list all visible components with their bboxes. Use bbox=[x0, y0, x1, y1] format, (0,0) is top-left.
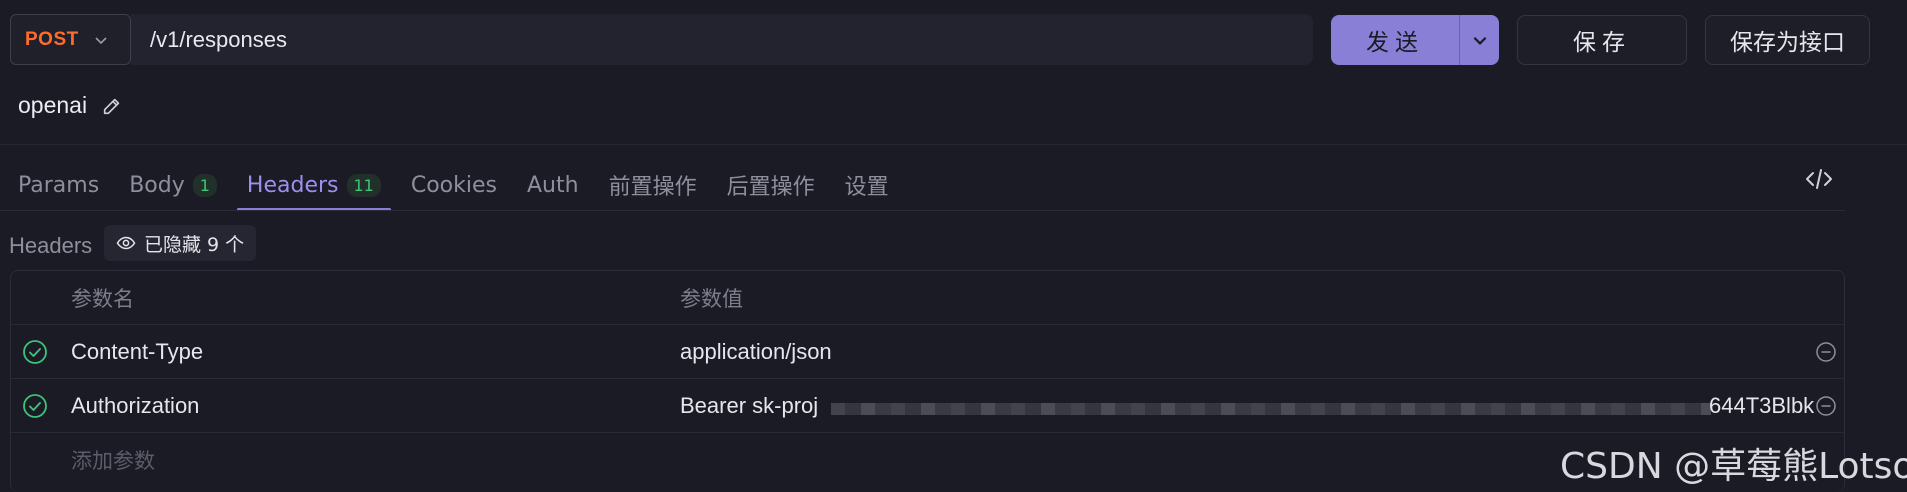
save-button[interactable]: 保存 bbox=[1517, 15, 1687, 65]
divider bbox=[0, 144, 1907, 145]
header-value-input[interactable]: application/json bbox=[680, 325, 832, 379]
tab-label: 后置操作 bbox=[726, 175, 815, 200]
headers-section-label: Headers bbox=[9, 233, 93, 258]
header-name-input[interactable]: Content-Type bbox=[71, 325, 203, 379]
tab-label: Auth bbox=[527, 172, 579, 198]
save-as-endpoint-button[interactable]: 保存为接口 bbox=[1705, 15, 1870, 65]
edit-icon[interactable] bbox=[101, 95, 123, 117]
tab-post-request[interactable]: 后置操作 bbox=[727, 160, 815, 210]
hidden-headers-toggle[interactable]: 已隐藏 9 个 bbox=[104, 225, 257, 261]
send-options-button[interactable] bbox=[1460, 15, 1499, 65]
tab-cookies[interactable]: Cookies bbox=[411, 160, 497, 210]
method-select[interactable]: POST bbox=[10, 14, 131, 65]
table-header-row: 参数名 参数值 bbox=[11, 271, 1844, 325]
api-name-row: openai bbox=[18, 92, 123, 119]
check-circle-icon bbox=[23, 340, 47, 364]
table-row: Authorization Bearer sk-proj 644T3Blbk bbox=[11, 379, 1844, 433]
tab-label: Body bbox=[129, 172, 185, 198]
row-enabled-toggle[interactable] bbox=[21, 379, 51, 433]
tab-body[interactable]: Body 1 bbox=[129, 160, 217, 210]
tab-settings[interactable]: 设置 bbox=[845, 160, 889, 210]
code-icon[interactable] bbox=[1804, 164, 1834, 194]
watermark: CSDN @草莓熊Lotso bbox=[1560, 446, 1907, 487]
eye-icon bbox=[116, 236, 136, 250]
url-input[interactable]: /v1/responses bbox=[131, 14, 1313, 65]
tabs-divider bbox=[0, 210, 1845, 211]
column-header-name: 参数名 bbox=[71, 287, 134, 311]
tab-label: 设置 bbox=[844, 175, 889, 200]
url-text: /v1/responses bbox=[150, 26, 287, 52]
column-header-value: 参数值 bbox=[680, 287, 743, 311]
tab-pre-request[interactable]: 前置操作 bbox=[609, 160, 697, 210]
tab-params[interactable]: Params bbox=[18, 160, 99, 210]
tab-label: 前置操作 bbox=[608, 175, 697, 200]
request-tabs: Params Body 1 Headers 11 Cookies Auth 前置… bbox=[18, 160, 919, 211]
token-suffix: 644T3Blbk bbox=[1709, 393, 1815, 418]
chevron-down-icon bbox=[1473, 36, 1486, 45]
remove-row-button[interactable] bbox=[1815, 379, 1839, 433]
masked-token bbox=[831, 403, 1711, 415]
method-label: POST bbox=[25, 28, 79, 50]
api-request-editor: POST /v1/responses 发送 保存 保存为接口 openai Pa… bbox=[0, 0, 1907, 492]
tab-label: Headers bbox=[246, 172, 339, 198]
header-name-input[interactable]: Authorization bbox=[71, 379, 199, 433]
send-button-group: 发送 bbox=[1331, 15, 1499, 65]
tab-auth[interactable]: Auth bbox=[527, 160, 579, 210]
tab-badge: 1 bbox=[192, 173, 217, 197]
chevron-down-icon bbox=[95, 36, 107, 44]
add-param-placeholder[interactable]: 添加参数 bbox=[71, 433, 155, 487]
remove-circle-icon bbox=[1816, 396, 1836, 416]
api-name: openai bbox=[18, 92, 88, 118]
hidden-count-text: 已隐藏 9 个 bbox=[144, 233, 245, 256]
tab-headers[interactable]: Headers 11 bbox=[236, 160, 391, 211]
table-row: Content-Type application/json bbox=[11, 325, 1844, 379]
tab-badge: 11 bbox=[346, 173, 381, 197]
send-button[interactable]: 发送 bbox=[1331, 15, 1459, 65]
header-value-input[interactable]: Bearer sk-proj bbox=[680, 379, 818, 433]
check-circle-icon bbox=[23, 394, 47, 418]
row-enabled-toggle[interactable] bbox=[21, 325, 51, 379]
remove-circle-icon bbox=[1816, 342, 1836, 362]
remove-row-button[interactable] bbox=[1815, 325, 1839, 379]
tab-label: Params bbox=[18, 172, 100, 198]
tab-label: Cookies bbox=[410, 172, 497, 198]
